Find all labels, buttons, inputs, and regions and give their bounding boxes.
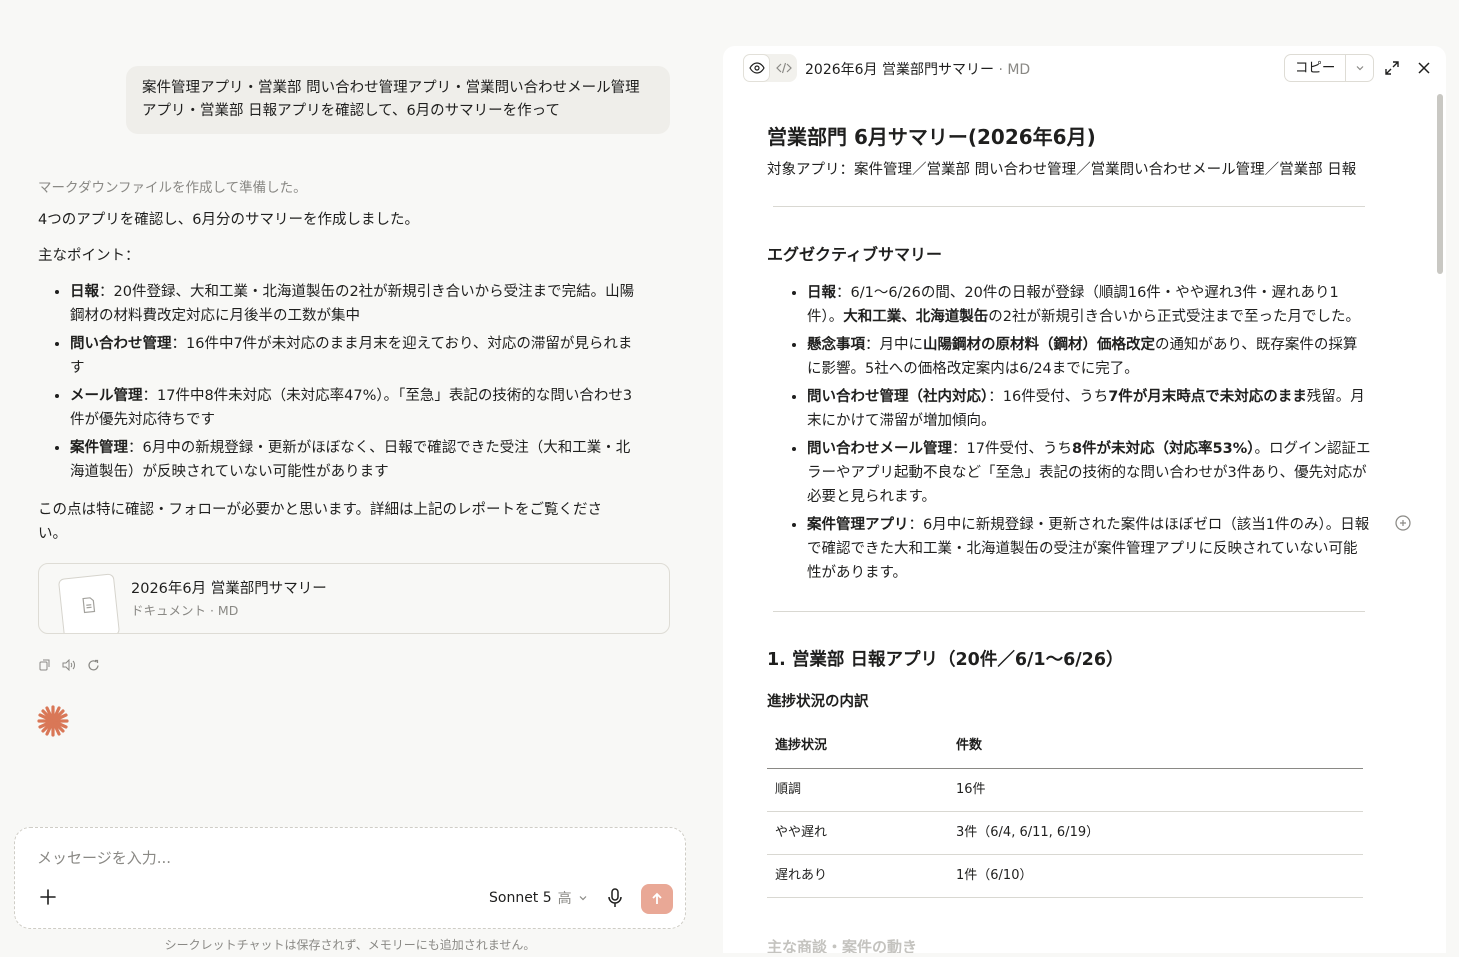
status-line[interactable]: マークダウンファイルを作成して準備した。	[38, 176, 638, 200]
microphone-icon[interactable]	[605, 887, 625, 909]
divider	[773, 611, 1365, 612]
chevron-down-icon	[579, 896, 587, 901]
exec-summary-list: 日報：6/1〜6/26の間、20件の日報が登録（順調16件・やや遅れ3件・遅れあ…	[767, 281, 1371, 585]
user-message: 案件管理アプリ・営業部 問い合わせ管理アプリ・営業問い合わせメール管理アプリ・営…	[126, 66, 670, 134]
closing-text: この点は特に確認・フォローが必要かと思います。詳細は上記のレポートをご覧ください…	[38, 502, 603, 542]
point-text: ：6月中の新規登録・更新がほぼなく、日報で確認できた受注（大和工業・北海道製缶）…	[70, 440, 631, 480]
copy-button[interactable]: コピー	[1285, 55, 1347, 81]
text-run: の2社が新規引き合いから正式受注まで至った月でした。	[988, 309, 1360, 325]
effort-level: 高	[557, 891, 572, 907]
bold-text: 問い合わせメール管理	[807, 441, 952, 457]
divider	[773, 206, 1365, 207]
model-name: Sonnet 5	[489, 890, 552, 906]
code-icon	[775, 62, 792, 74]
document-ext: · MD	[994, 62, 1031, 78]
point-title: 案件管理	[70, 440, 128, 456]
bold-text: 日報	[807, 285, 836, 301]
point-text: ：20件登録、大和工業・北海道製缶の2社が新規引き合いから受注まで完結。山陽鋼材…	[70, 284, 635, 324]
document-thumbnail	[57, 573, 121, 633]
column-header: 件数	[948, 726, 1363, 769]
table-header-row: 進捗状況 件数	[767, 726, 1363, 769]
retry-icon[interactable]	[86, 658, 100, 672]
list-item: メール管理：17件中8件未対応（未対応率47%）。「至急」表記の技術的な問い合わ…	[70, 384, 638, 432]
points-list: 日報：20件登録、大和工業・北海道製缶の2社が新規引き合いから受注まで完結。山陽…	[38, 280, 638, 484]
message-actions	[38, 658, 100, 672]
exec-summary-heading: エグゼクティブサマリー	[767, 245, 943, 264]
bold-text: 懸念事項	[807, 337, 865, 353]
bold-text: 案件管理アプリ	[807, 517, 909, 533]
model-selector[interactable]: Sonnet 5 高	[489, 888, 588, 908]
bold-text: 7件が月末時点で未対応のまま	[1108, 389, 1307, 405]
view-toggle	[743, 54, 797, 82]
point-text: ：17件中8件未対応（未対応率47%）。「至急」表記の技術的な問い合わせ3件が優…	[70, 388, 633, 428]
table-row: 順調 16件	[767, 768, 1363, 812]
table-cell: 順調	[767, 768, 948, 812]
chat-pane: 案件管理アプリ・営業部 問い合わせ管理アプリ・営業問い合わせメール管理アプリ・営…	[0, 0, 723, 957]
incognito-footnote: シークレットチャットは保存されず、メモリーにも追加されません。	[164, 938, 536, 952]
document-panel: 2026年6月 営業部門サマリー · MD コピー 営業部門 6月サマリー(20…	[723, 46, 1446, 953]
add-attachment-button[interactable]	[37, 886, 59, 908]
next-section-heading: 主な商談・案件の動き	[767, 938, 918, 953]
bold-text: 問い合わせ管理（社内対応）	[807, 389, 989, 405]
list-item: 案件管理：6月中の新規登録・更新がほぼなく、日報で確認できた受注（大和工業・北海…	[70, 436, 638, 484]
document-title: 2026年6月 営業部門サマリー · MD	[805, 59, 1030, 79]
doc-title: 営業部門 6月サマリー(2026年6月)	[767, 125, 1096, 149]
table-cell: 3件（6/4, 6/11, 6/19）	[948, 811, 1363, 855]
arrow-up-icon	[652, 892, 662, 904]
table-row: やや遅れ 3件（6/4, 6/11, 6/19）	[767, 811, 1363, 855]
copy-icon[interactable]	[38, 658, 52, 672]
code-toggle-button[interactable]	[770, 54, 797, 82]
claude-spark-icon	[37, 705, 69, 737]
document-content: 営業部門 6月サマリー(2026年6月) 対象アプリ：案件管理／営業部 問い合わ…	[767, 122, 1371, 898]
panel-toolbar: 2026年6月 営業部門サマリー · MD コピー	[723, 46, 1446, 90]
list-item: 懸念事項：月中に山陽鋼材の原材料（鋼材）価格改定の通知があり、既存案件の採算に影…	[807, 333, 1371, 381]
list-item: 案件管理アプリ：6月中に新規登録・更新された案件はほぼゼロ（該当1件のみ）。日報…	[807, 513, 1371, 585]
attachment-title: 2026年6月 営業部門サマリー	[131, 581, 327, 597]
composer: Sonnet 5 高	[14, 827, 686, 929]
bold-text: 8件が未対応（対応率53%）	[1071, 441, 1255, 457]
text-run: ：17件受付、うち	[952, 441, 1072, 457]
assistant-message: マークダウンファイルを作成して準備した。 4つのアプリを確認し、6月分のサマリー…	[38, 176, 638, 558]
table-cell: 遅れあり	[767, 854, 948, 898]
message-input[interactable]	[35, 848, 635, 868]
bold-text: 山陽鋼材の原材料（鋼材）価格改定	[923, 337, 1155, 353]
scrollbar[interactable]	[1437, 94, 1443, 274]
section1-heading: 1. 営業部 日報アプリ（20件／6/1〜6/26）	[767, 650, 1124, 670]
document-icon	[82, 597, 96, 614]
point-title: 日報	[70, 284, 99, 300]
table-cell: やや遅れ	[767, 811, 948, 855]
add-comment-icon[interactable]	[1394, 514, 1412, 532]
list-item: 問い合わせ管理（社内対応）：16件受付、うち7件が月末時点で未対応のまま残留。月…	[807, 385, 1371, 433]
list-item: 日報：6/1〜6/26の間、20件の日報が登録（順調16件・やや遅れ3件・遅れあ…	[807, 281, 1371, 329]
point-title: メール管理	[70, 388, 143, 404]
close-icon[interactable]	[1415, 59, 1433, 77]
preview-toggle-button[interactable]	[743, 54, 770, 82]
chevron-down-icon	[1356, 66, 1364, 71]
attachment-card[interactable]: 2026年6月 営業部門サマリー ドキュメント · MD	[38, 563, 670, 634]
progress-table: 進捗状況 件数 順調 16件 やや遅れ 3件（6/4, 6/11, 6/19） …	[767, 726, 1363, 898]
doc-subtitle: 対象アプリ：案件管理／営業部 問い合わせ管理／営業問い合わせメール管理／営業部 …	[767, 162, 1357, 178]
speaker-icon[interactable]	[62, 658, 76, 672]
points-heading: 主なポイント：	[38, 248, 140, 264]
list-item: 問い合わせ管理：16件中7件が未対応のまま月末を迎えており、対応の滞留が見られま…	[70, 332, 638, 380]
table-row: 遅れあり 1件（6/10）	[767, 854, 1363, 898]
table-cell: 1件（6/10）	[948, 854, 1363, 898]
intro-text: 4つのアプリを確認し、6月分のサマリーを作成しました。	[38, 212, 419, 228]
copy-group: コピー	[1284, 54, 1374, 82]
attachment-subtitle: ドキュメント · MD	[131, 603, 239, 618]
text-run: ：月中に	[865, 337, 923, 353]
point-title: 問い合わせ管理	[70, 336, 172, 352]
expand-icon[interactable]	[1383, 59, 1401, 77]
column-header: 進捗状況	[767, 726, 948, 769]
bold-text: 大和工業、北海道製缶	[843, 309, 989, 325]
table-cell: 16件	[948, 768, 1363, 812]
document-title-text: 2026年6月 営業部門サマリー	[805, 62, 994, 78]
send-button[interactable]	[641, 884, 673, 914]
text-run: ：16件受付、うち	[988, 389, 1109, 405]
eye-icon	[748, 62, 765, 74]
list-item: 日報：20件登録、大和工業・北海道製缶の2社が新規引き合いから受注まで完結。山陽…	[70, 280, 638, 328]
copy-options-button[interactable]	[1346, 63, 1373, 73]
list-item: 問い合わせメール管理：17件受付、うち8件が未対応（対応率53%）。ログイン認証…	[807, 437, 1371, 509]
progress-heading: 進捗状況の内訳	[767, 694, 869, 710]
